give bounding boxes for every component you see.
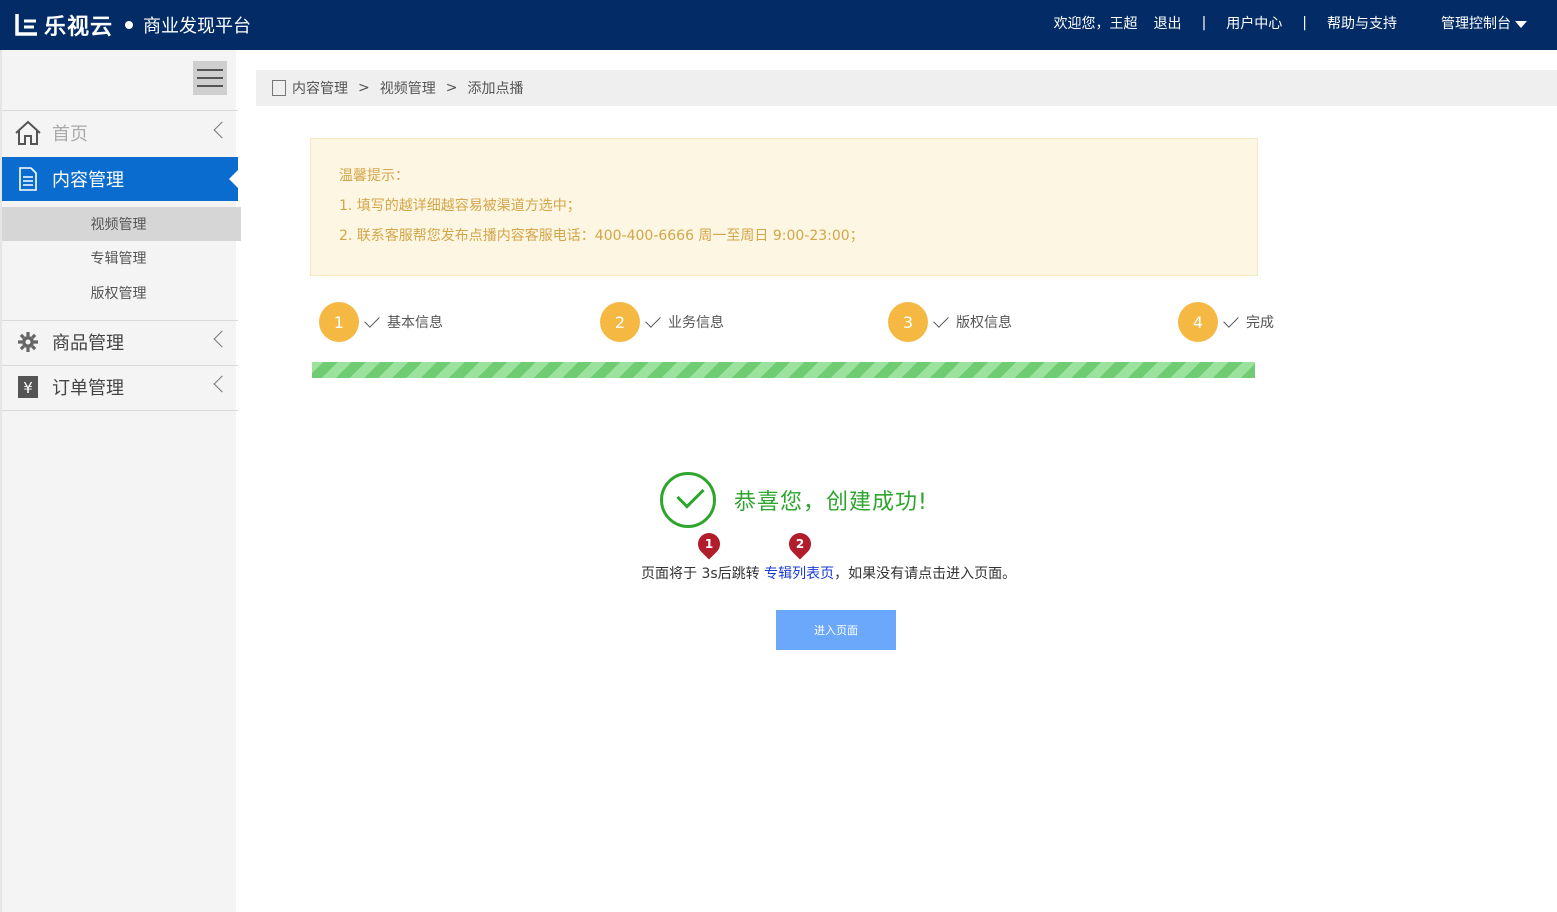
- logout-link[interactable]: 退出: [1154, 13, 1182, 33]
- chevron-left-icon: [213, 121, 231, 139]
- progress-bar: [312, 362, 1255, 378]
- countdown: 3s后跳转: [701, 566, 760, 582]
- menu-toggle-icon[interactable]: [193, 61, 227, 95]
- nav-separator: |: [1201, 15, 1207, 31]
- logo[interactable]: 乐视云 商业发现平台: [14, 9, 251, 41]
- success-banner: 恭喜您，创建成功!: [660, 472, 928, 528]
- sidebar-subitem-album[interactable]: 专辑管理: [2, 241, 241, 275]
- sidebar-item-home[interactable]: 首页: [2, 111, 238, 155]
- logo-text: 乐视云: [44, 15, 114, 40]
- step-label: 版权信息: [956, 315, 1012, 331]
- step-4: 4 完成: [1178, 302, 1274, 342]
- pin-number: 1: [704, 537, 714, 551]
- chevron-left-icon: [213, 375, 231, 393]
- platform-name: 商业发现平台: [143, 16, 252, 37]
- tips-line: 2. 联系客服帮您发布点播内容客服电话：400-400-6666 周一至周日 9…: [339, 228, 864, 244]
- step-1: 1 基本信息: [319, 302, 443, 342]
- check-icon: [933, 312, 949, 328]
- top-bar: 乐视云 商业发现平台 欢迎您，王超 退出 | 用户中心 | 帮助与支持 管理控制…: [0, 0, 1557, 50]
- home-icon: [14, 119, 42, 147]
- redirect-suffix: ，如果没有请点击进入页面。: [834, 566, 1017, 582]
- step-label: 业务信息: [668, 315, 724, 331]
- breadcrumb-item[interactable]: 视频管理: [380, 78, 436, 98]
- breadcrumb: 内容管理 > 视频管理 > 添加点播: [256, 70, 1557, 106]
- pin-number: 2: [795, 537, 805, 551]
- step-label: 基本信息: [387, 315, 443, 331]
- success-message: 恭喜您，创建成功!: [734, 490, 928, 515]
- enter-page-button[interactable]: 进入页面: [776, 610, 896, 650]
- top-nav: 欢迎您，王超 退出 | 用户中心 | 帮助与支持 管理控制台: [1038, 0, 1527, 46]
- tips-box: 温馨提示： 1. 填写的越详细越容易被渠道方选中； 2. 联系客服帮您发布点播内…: [310, 138, 1258, 276]
- check-icon: [1223, 312, 1239, 328]
- breadcrumb-separator: >: [358, 80, 370, 96]
- tips-title: 温馨提示：: [339, 168, 409, 184]
- breadcrumb-separator: >: [445, 80, 458, 96]
- step-number: 1: [319, 302, 359, 342]
- redirect-prefix: 页面将于: [641, 566, 702, 582]
- step-2: 2 业务信息: [600, 302, 724, 342]
- svg-text:¥: ¥: [23, 379, 33, 397]
- letv-logo-icon: [14, 12, 40, 38]
- help-link[interactable]: 帮助与支持: [1327, 13, 1397, 33]
- marker-pin-icon: 1: [693, 528, 725, 560]
- document-icon: [14, 165, 42, 193]
- check-icon: [364, 312, 380, 328]
- nav-separator: |: [1302, 15, 1307, 31]
- redirect-text: 页面将于 3s后跳转 专辑列表页，如果没有请点击进入页面。: [641, 563, 1016, 583]
- divider: [2, 410, 238, 411]
- check-circle-icon: [660, 472, 716, 528]
- sidebar-item-label: 首页: [52, 124, 88, 145]
- step-indicator: 1 基本信息 2 业务信息 3 版权信息 4 完成: [0, 300, 1557, 344]
- check-icon: [645, 312, 661, 328]
- step-number: 4: [1178, 302, 1218, 342]
- sidebar-item-label: 内容管理: [52, 170, 124, 191]
- document-icon: [272, 80, 286, 96]
- console-dropdown[interactable]: 管理控制台: [1441, 13, 1527, 33]
- yen-icon: ¥: [14, 373, 42, 401]
- welcome-text: 欢迎您，王超: [1053, 16, 1138, 32]
- step-number: 2: [600, 302, 640, 342]
- marker-pin-icon: 2: [784, 528, 816, 560]
- sidebar-subitem-video[interactable]: 视频管理: [2, 207, 241, 241]
- console-label: 管理控制台: [1441, 16, 1511, 32]
- sidebar-item-orders[interactable]: ¥ 订单管理: [2, 365, 238, 409]
- album-list-link[interactable]: 专辑列表页: [764, 566, 834, 582]
- step-3: 3 版权信息: [888, 302, 1012, 342]
- step-label: 完成: [1246, 315, 1274, 331]
- user-center-link[interactable]: 用户中心: [1226, 13, 1282, 33]
- step-number: 3: [888, 302, 928, 342]
- caret-down-icon: [1515, 20, 1527, 28]
- sidebar: 首页 内容管理 视频管理 专辑管理 版权管理 商品管理 ¥ 订单管理: [0, 50, 241, 912]
- sidebar-item-content[interactable]: 内容管理: [2, 157, 238, 201]
- breadcrumb-current: 添加点播: [467, 81, 524, 97]
- tips-line: 1. 填写的越详细越容易被渠道方选中；: [339, 198, 581, 214]
- logo-dot: [125, 21, 134, 29]
- breadcrumb-item[interactable]: 内容管理: [292, 78, 348, 98]
- sidebar-item-label: 订单管理: [52, 378, 124, 399]
